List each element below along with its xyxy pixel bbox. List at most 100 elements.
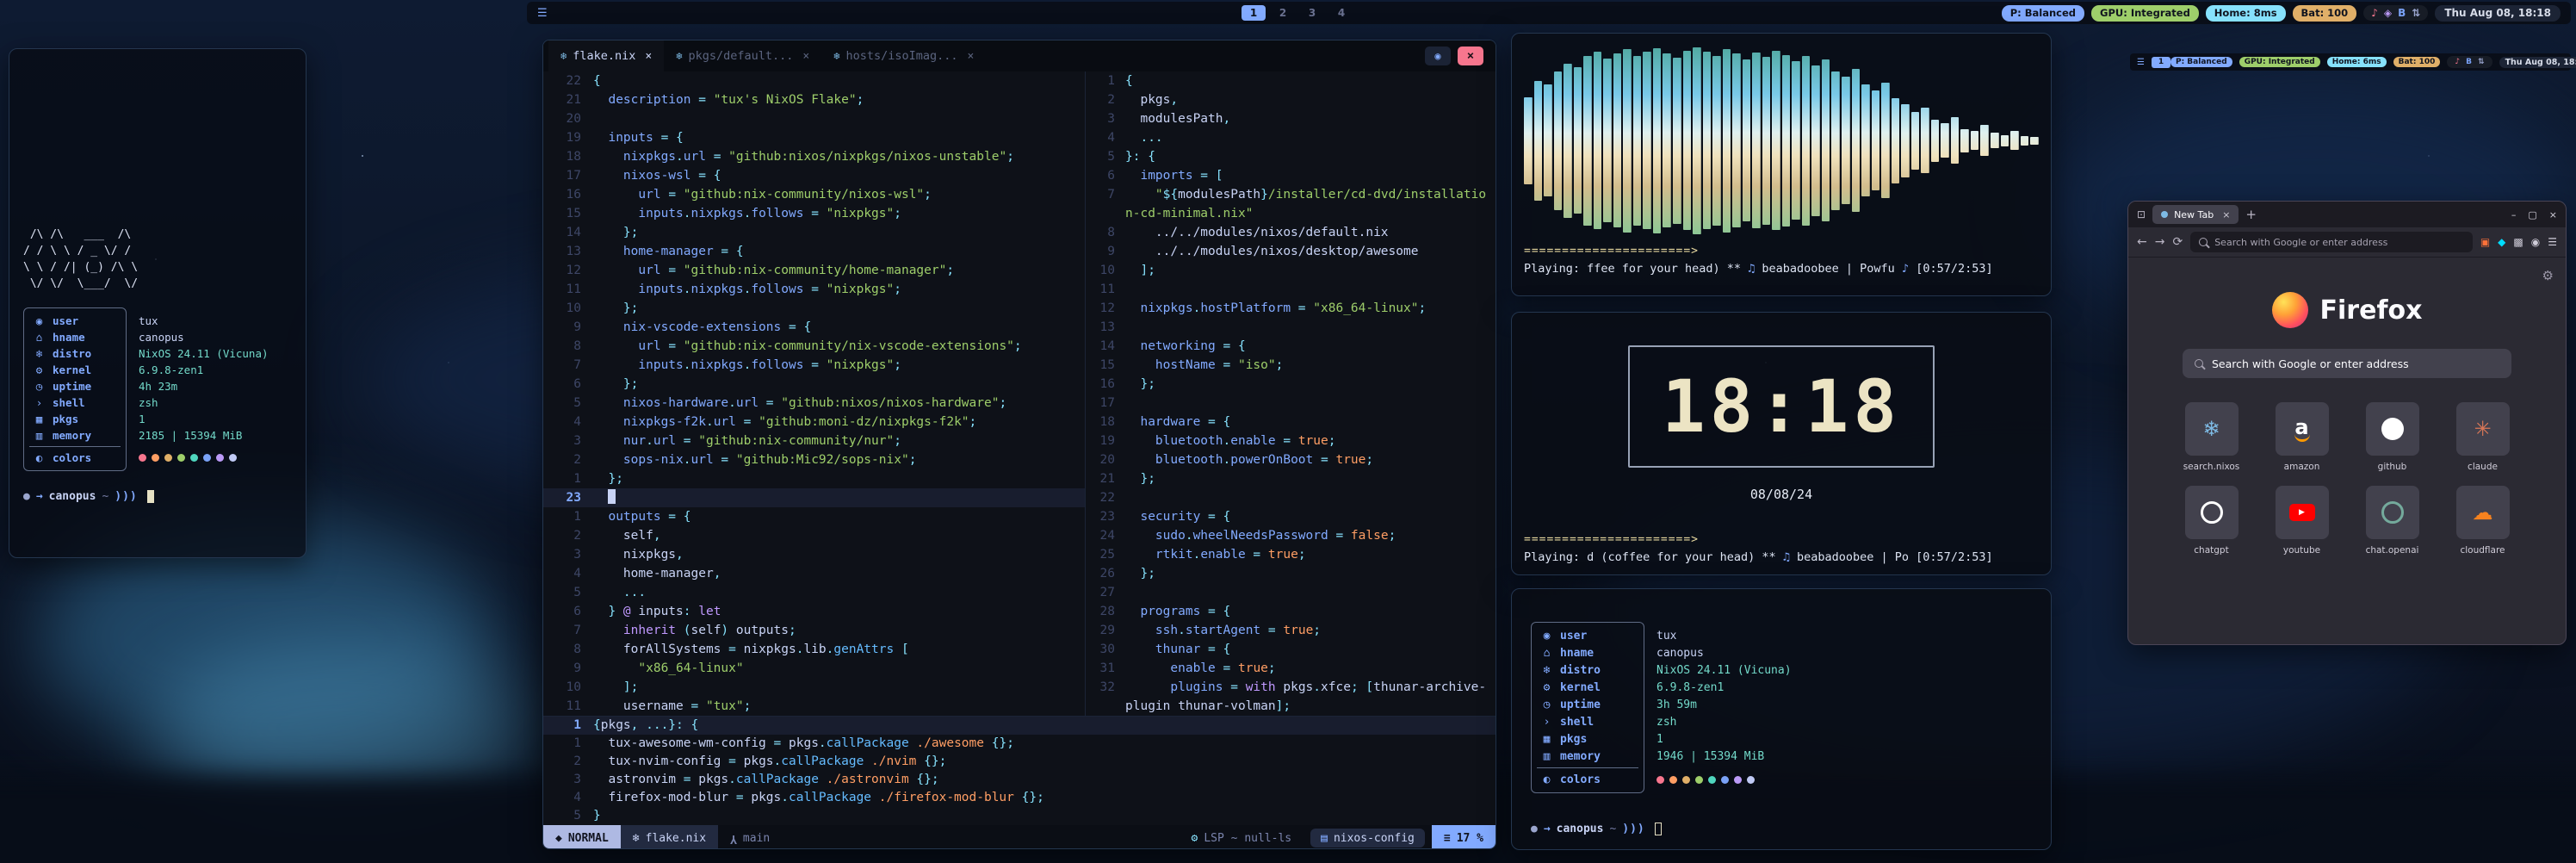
fetch-label-distro: ❄distro <box>24 345 126 362</box>
url-bar[interactable]: Search with Google or enter address <box>2190 232 2473 252</box>
terminal-blank-area <box>23 61 292 227</box>
audio-visualizer-window[interactable]: ======================> Playing: ffee fo… <box>1511 33 2052 296</box>
neovim-window[interactable]: ❄flake.nix×❄pkgs/default...×❄hosts/isoIm… <box>542 40 1496 849</box>
panel-toggle-button[interactable]: ◉ <box>1425 47 1451 65</box>
close-button[interactable]: × <box>2549 209 2557 220</box>
workspace-tag-1[interactable]: 1 <box>1242 5 1266 21</box>
system-tray: ♪ ◈ B ⇅ <box>2363 5 2428 21</box>
bar-clock[interactable]: Thu Aug 08, 18:18 <box>2499 57 2576 68</box>
editor-tab-flake-nix[interactable]: ❄flake.nix× <box>548 40 664 71</box>
fetch-values: tuxcanopusNixOS 24.11 (Vicuna)6.9.8-zen1… <box>127 307 269 470</box>
tab-close-icon[interactable]: × <box>645 50 652 63</box>
launcher-icon[interactable]: ☰ <box>537 7 548 20</box>
forward-button[interactable]: → <box>2155 235 2165 249</box>
spectrum-bar <box>1683 51 1692 230</box>
extension-ublock-icon[interactable]: ▣ <box>2480 236 2490 248</box>
extensions-icon[interactable]: ▩ <box>2513 236 2523 248</box>
shortcut-tile-box: ❄ <box>2185 402 2239 456</box>
terminal-window[interactable]: /\ /\ ___ /\/ / \ \ / _ \/ /\ \ / /| (_)… <box>9 48 307 558</box>
launcher-icon[interactable]: ☰ <box>2137 58 2145 67</box>
editor-pane-pkgs[interactable]: 1{pkgs, ...}: {1 tux-awesome-wm-config =… <box>543 716 1495 825</box>
minimize-button[interactable]: – <box>2511 209 2517 220</box>
distro-icon: ❄ <box>33 347 46 360</box>
tab-close-icon[interactable]: × <box>2222 209 2230 220</box>
editor-pane-iso[interactable]: 1{2 pkgs,3 modulesPath,4 ...5}: {6 impor… <box>1086 71 1495 716</box>
network-icon[interactable]: ⇅ <box>2412 7 2420 19</box>
spectrum-bar <box>1901 104 1910 177</box>
bluetooth-icon[interactable]: B <box>2398 7 2406 19</box>
workspace-tag-2[interactable]: 2 <box>1271 5 1295 21</box>
pkgs-icon: ▦ <box>1540 733 1553 746</box>
shell-prompt[interactable]: ●→canopus~))) <box>1531 823 1662 835</box>
nix-icon: ❄ <box>633 832 640 845</box>
shell-icon: › <box>1540 716 1553 729</box>
fetch-label-uptime: ◷uptime <box>24 378 126 394</box>
code-text: username = "tux"; <box>593 697 751 716</box>
shortcut-claude[interactable]: ✳claude <box>2442 402 2523 472</box>
bluetooth-icon[interactable]: B <box>2466 58 2472 66</box>
shortcut-chat-openai[interactable]: chat.openai <box>2351 486 2433 556</box>
tab-close-icon[interactable]: × <box>967 50 974 63</box>
editor-pane-flake[interactable]: 22{21 description = "tux's NixOS Flake";… <box>543 71 1086 716</box>
new-tab-search-input[interactable]: Search with Google or enter address <box>2183 349 2511 378</box>
line-number: 9 <box>543 318 593 337</box>
code-line: 16 }; <box>1086 375 1495 394</box>
fastfetch-output: ◉user⌂hname❄distro⚙kernel◷uptime›shell▦p… <box>23 307 292 471</box>
line-number: 13 <box>1086 318 1125 337</box>
music-icon[interactable]: ♪ <box>2455 58 2460 66</box>
bar-clock[interactable]: Thu Aug 08, 18:18 <box>2435 5 2561 22</box>
fetch-value-text: NixOS 24.11 (Vicuna) <box>139 347 269 360</box>
shortcut-youtube[interactable]: ▶youtube <box>2261 486 2343 556</box>
browser-tab-new-tab[interactable]: New Tab × <box>2152 205 2239 224</box>
line-number: 15 <box>1086 356 1125 375</box>
search-icon <box>2195 359 2203 368</box>
code-line: 4 home-manager, <box>543 564 1085 583</box>
window-close-button[interactable]: × <box>1458 47 1483 65</box>
clock-widget-window[interactable]: 18:18 08/08/24 ======================> P… <box>1511 312 2052 575</box>
workspace-tag-4[interactable]: 4 <box>1329 5 1353 21</box>
code-line: 11 <box>1086 280 1495 299</box>
new-tab-button[interactable]: + <box>2245 207 2257 222</box>
maximize-button[interactable]: ▢ <box>2528 209 2536 220</box>
spectrum-bar <box>1544 84 1552 196</box>
account-icon[interactable]: ◉ <box>2531 236 2540 248</box>
workspace-tag-3[interactable]: 3 <box>1300 5 1324 21</box>
fetch-value-text: tux <box>139 314 158 327</box>
line-number: 4 <box>543 789 593 807</box>
back-button[interactable]: ← <box>2137 235 2147 249</box>
shell-prompt[interactable]: ●→canopus~))) <box>23 490 292 503</box>
shortcut-github[interactable]: github <box>2351 402 2433 472</box>
line-number: 26 <box>1086 564 1125 583</box>
clipboard-icon[interactable]: ◈ <box>2384 7 2392 19</box>
shortcut-chatgpt[interactable]: chatgpt <box>2170 486 2252 556</box>
firefox-window[interactable]: ⊡ New Tab × + –▢ × ← → ⟳ Search with Goog… <box>2127 201 2567 645</box>
color-dot <box>177 454 185 462</box>
fetch-divider-spacer <box>139 444 269 450</box>
workspace-tag-1[interactable]: 1 <box>2152 57 2170 68</box>
code-line: 7 inherit (self) outputs; <box>543 621 1085 640</box>
clock-date: 08/08/24 <box>1524 487 2039 502</box>
shortcut-search-nixos[interactable]: ❄search.nixos <box>2170 402 2252 472</box>
line-number: 9 <box>1086 242 1125 261</box>
fetch-value-text: 1946 | 15394 MiB <box>1656 750 1764 763</box>
refresh-button[interactable]: ⟳ <box>2172 235 2183 249</box>
status-pill: P: Balanced <box>2002 5 2084 22</box>
shortcut-cloudflare[interactable]: ☁cloudflare <box>2442 486 2523 556</box>
fastfetch-window[interactable]: ◉user⌂hname❄distro⚙kernel◷uptime›shell▦p… <box>1511 588 2052 850</box>
menu-icon[interactable]: ☰ <box>2548 236 2557 248</box>
personalize-gear-icon[interactable]: ⚙ <box>2542 268 2554 283</box>
prompt-arrow-icon: → <box>36 490 43 503</box>
terminal-palette <box>139 450 237 466</box>
firefox-view-icon[interactable]: ⊡ <box>2137 208 2146 220</box>
code-text: hardware = { <box>1125 413 1230 432</box>
shield-icon[interactable]: ◆ <box>2498 236 2505 248</box>
shortcut-amazon[interactable]: aamazon <box>2261 402 2343 472</box>
spectrum-bar <box>1921 108 1929 173</box>
music-icon[interactable]: ♪ <box>2371 7 2378 19</box>
network-icon[interactable]: ⇅ <box>2478 58 2485 66</box>
editor-tab-hosts-isoImag-[interactable]: ❄hosts/isoImag...× <box>821 40 986 71</box>
editor-tab-pkgs-default-[interactable]: ❄pkgs/default...× <box>664 40 821 71</box>
code-text: networking = { <box>1125 337 1246 356</box>
tab-close-icon[interactable]: × <box>802 50 809 63</box>
line-number: 8 <box>543 640 593 659</box>
